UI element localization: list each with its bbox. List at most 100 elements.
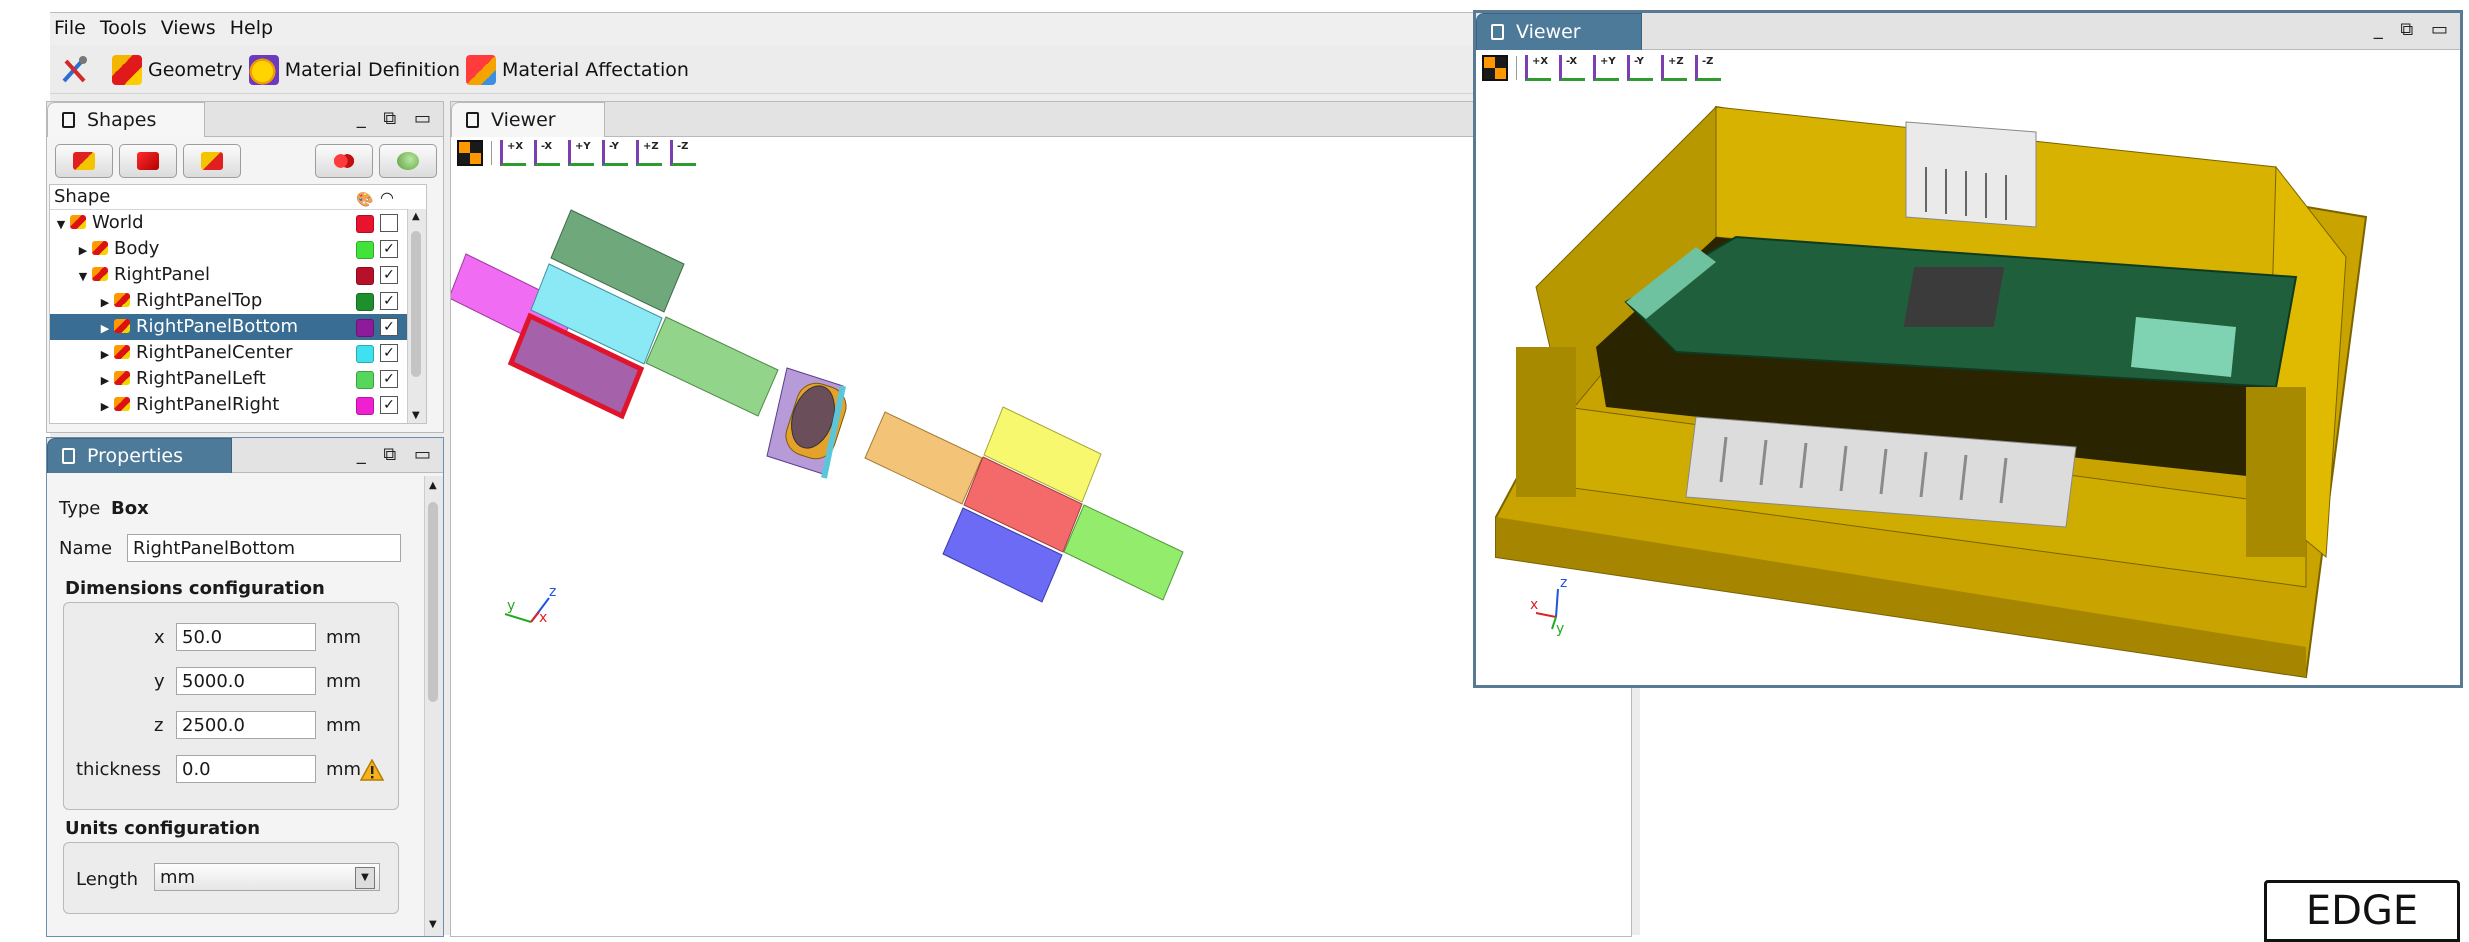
add-box-button[interactable] bbox=[119, 144, 177, 178]
color-swatch[interactable] bbox=[356, 319, 374, 337]
view-plus-x-button[interactable]: +X bbox=[1525, 55, 1551, 81]
view-minus-z-button[interactable]: -Z bbox=[1695, 55, 1721, 81]
color-swatch[interactable] bbox=[356, 215, 374, 233]
expand-arrow-icon[interactable]: ▼ bbox=[76, 264, 90, 290]
properties-scrollbar[interactable]: ▲ ▼ bbox=[424, 476, 443, 936]
tools-button[interactable] bbox=[58, 50, 92, 90]
dim-x-input[interactable]: 50.0 bbox=[176, 623, 316, 651]
center-3d-canvas[interactable]: z y x bbox=[451, 172, 1629, 934]
floating-viewer-title-bar: Viewer _ ⧉ ▭ bbox=[1476, 13, 2460, 50]
tree-scrollbar[interactable]: ▲ ▼ bbox=[407, 209, 426, 423]
material-affectation-button[interactable]: Material Affectation bbox=[465, 50, 689, 90]
color-swatch[interactable] bbox=[356, 397, 374, 415]
floating-viewer-tab[interactable]: Viewer bbox=[1476, 13, 1642, 50]
visibility-toggle-button[interactable] bbox=[379, 144, 437, 178]
geometry-button[interactable]: Geometry bbox=[112, 50, 243, 90]
view-plus-x-button[interactable]: +X bbox=[500, 140, 526, 166]
menu-tools[interactable]: Tools bbox=[96, 13, 151, 43]
expand-arrow-icon[interactable]: ▶ bbox=[76, 238, 90, 264]
properties-dock-controls[interactable]: _ ⧉ ▭ bbox=[357, 444, 437, 465]
visibility-checkbox[interactable] bbox=[380, 214, 398, 232]
shapes-tab[interactable]: Shapes bbox=[47, 102, 206, 137]
boolean-op-button[interactable] bbox=[315, 144, 373, 178]
dim-y-label: y bbox=[154, 671, 165, 692]
visibility-checkbox[interactable]: ✓ bbox=[380, 240, 398, 258]
shapes-dock-controls[interactable]: _ ⧉ ▭ bbox=[357, 108, 437, 129]
center-viewer-tab[interactable]: Viewer bbox=[451, 102, 605, 137]
expand-arrow-icon[interactable]: ▶ bbox=[98, 394, 112, 420]
name-field[interactable]: RightPanelBottom bbox=[127, 534, 401, 562]
view-plus-y-button[interactable]: +Y bbox=[568, 140, 594, 166]
menu-help[interactable]: Help bbox=[226, 13, 277, 43]
tree-row-rightpanelleft[interactable]: ▶ RightPanelLeft ✓ bbox=[50, 366, 426, 392]
fit-all-button[interactable] bbox=[457, 140, 483, 166]
dock-icon bbox=[62, 448, 75, 464]
properties-tab[interactable]: Properties bbox=[47, 438, 233, 473]
view-minus-z-button[interactable]: -Z bbox=[670, 140, 696, 166]
dock-icon bbox=[466, 112, 479, 128]
expand-arrow-icon[interactable]: ▶ bbox=[98, 316, 112, 342]
tree-row-rightpanelcenter[interactable]: ▶ RightPanelCenter ✓ bbox=[50, 340, 426, 366]
axis-z-label: z bbox=[1560, 575, 1567, 591]
units-title: Units configuration bbox=[65, 818, 261, 839]
expand-arrow-icon[interactable]: ▶ bbox=[98, 368, 112, 394]
view-plus-y-button[interactable]: +Y bbox=[1593, 55, 1619, 81]
tree-row-world[interactable]: ▼ World bbox=[50, 210, 426, 236]
dim-x-unit: mm bbox=[326, 627, 362, 648]
menu-file[interactable]: File bbox=[50, 13, 90, 43]
view-minus-y-button[interactable]: -Y bbox=[602, 140, 628, 166]
tree-row-rightpanelbottom[interactable]: ▶ RightPanelBottom ✓ bbox=[50, 314, 426, 340]
color-swatch[interactable] bbox=[356, 241, 374, 259]
shape-tree: Shape 🎨 ◠ ▼ World ▶ Body ✓ ▼ RightPanel ✓ ▶ Right… bbox=[49, 184, 427, 424]
shape-icon bbox=[92, 267, 108, 281]
color-swatch[interactable] bbox=[356, 345, 374, 363]
remove-shape-button[interactable] bbox=[183, 144, 241, 178]
add-shape-button[interactable] bbox=[55, 144, 113, 178]
dim-z-label: z bbox=[154, 715, 164, 736]
visibility-checkbox[interactable]: ✓ bbox=[380, 396, 398, 414]
expand-arrow-icon[interactable]: ▼ bbox=[54, 212, 68, 238]
shapes-title: Shapes bbox=[87, 109, 157, 131]
expand-arrow-icon[interactable]: ▶ bbox=[98, 290, 112, 316]
properties-title: Properties bbox=[87, 445, 184, 467]
axis-y-label: y bbox=[1556, 621, 1564, 637]
fit-all-button[interactable] bbox=[1482, 55, 1508, 81]
color-swatch[interactable] bbox=[356, 371, 374, 389]
visibility-checkbox[interactable]: ✓ bbox=[380, 344, 398, 362]
main-toolbar: Geometry Material Definition Material Af… bbox=[50, 47, 1640, 94]
tree-row-body[interactable]: ▶ Body ✓ bbox=[50, 236, 426, 262]
dim-thickness-input[interactable]: 0.0 bbox=[176, 755, 316, 783]
visibility-checkbox[interactable]: ✓ bbox=[380, 292, 398, 310]
dim-z-unit: mm bbox=[326, 715, 362, 736]
visibility-checkbox[interactable]: ✓ bbox=[380, 318, 398, 336]
floating-viewer-controls[interactable]: _ ⧉ ▭ bbox=[2374, 19, 2454, 40]
shape-icon bbox=[70, 215, 86, 229]
material-definition-button[interactable]: Material Definition bbox=[248, 50, 460, 90]
menu-views[interactable]: Views bbox=[157, 13, 220, 43]
eye-column-icon: ◠ bbox=[380, 188, 394, 207]
tree-row-rightpaneltop[interactable]: ▶ RightPanelTop ✓ bbox=[50, 288, 426, 314]
view-minus-y-button[interactable]: -Y bbox=[1627, 55, 1653, 81]
floating-3d-canvas[interactable]: z x y bbox=[1476, 87, 2454, 679]
view-plus-z-button[interactable]: +Z bbox=[636, 140, 662, 166]
visibility-checkbox[interactable]: ✓ bbox=[380, 370, 398, 388]
expand-arrow-icon[interactable]: ▶ bbox=[98, 342, 112, 368]
length-select-value: mm bbox=[160, 867, 196, 888]
axis-z-label: z bbox=[549, 584, 556, 600]
tree-row-rightpanel[interactable]: ▼ RightPanel ✓ bbox=[50, 262, 426, 288]
color-swatch[interactable] bbox=[356, 267, 374, 285]
visibility-checkbox[interactable]: ✓ bbox=[380, 266, 398, 284]
material-definition-label: Material Definition bbox=[284, 59, 460, 81]
dim-y-input[interactable]: 5000.0 bbox=[176, 667, 316, 695]
color-swatch[interactable] bbox=[356, 293, 374, 311]
sphere-icon bbox=[397, 152, 419, 170]
view-minus-x-button[interactable]: -X bbox=[534, 140, 560, 166]
view-plus-z-button[interactable]: +Z bbox=[1661, 55, 1687, 81]
dim-z-input[interactable]: 2500.0 bbox=[176, 711, 316, 739]
floating-viewer-title: Viewer bbox=[1516, 21, 1581, 43]
shape-icon bbox=[92, 241, 108, 255]
view-minus-x-button[interactable]: -X bbox=[1559, 55, 1585, 81]
tree-row-rightpanelright[interactable]: ▶ RightPanelRight ✓ bbox=[50, 392, 426, 418]
length-select[interactable]: mm ▼ bbox=[154, 863, 380, 891]
chip bbox=[1903, 267, 2005, 327]
